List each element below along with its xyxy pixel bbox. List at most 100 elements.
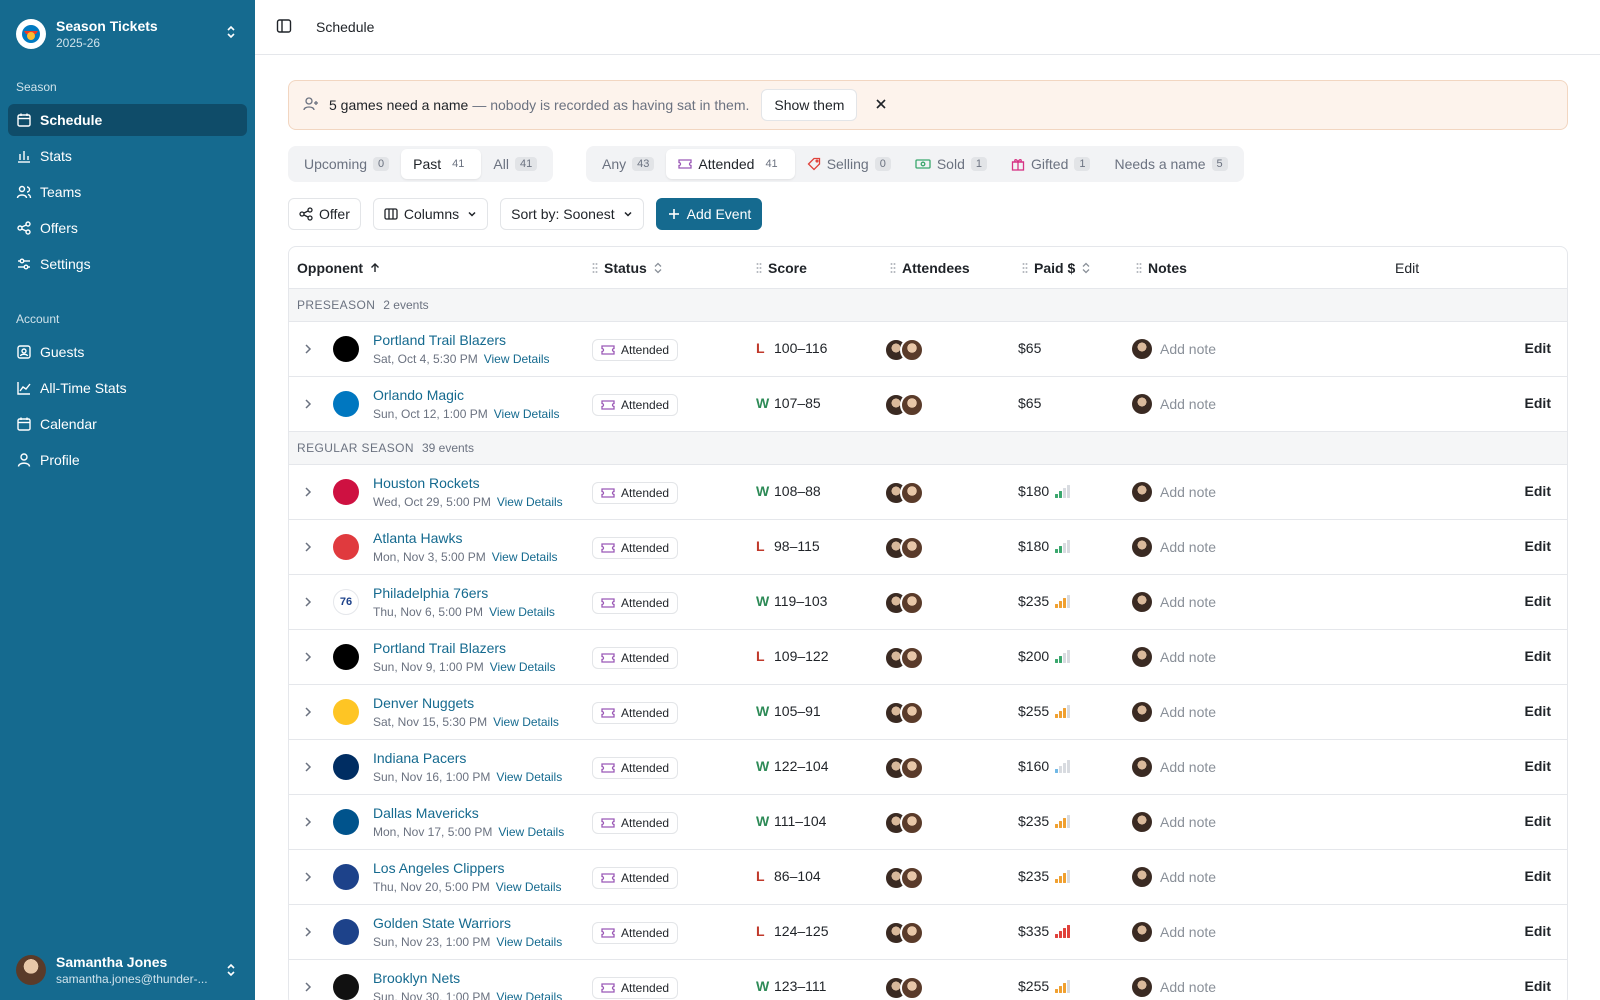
column-notes[interactable]: Notes — [1136, 247, 1187, 289]
sidebar-item-stats[interactable]: Stats — [8, 140, 247, 172]
tab-all[interactable]: All 41 — [481, 149, 549, 179]
edit-button[interactable]: Edit — [1525, 978, 1551, 994]
sidebar-item-all-time-stats[interactable]: All-Time Stats — [8, 372, 247, 404]
team-name-link[interactable]: Orlando Magic — [373, 385, 560, 405]
edit-button[interactable]: Edit — [1525, 483, 1551, 499]
tab-upcoming[interactable]: Upcoming 0 — [292, 149, 401, 179]
attendees-cell[interactable] — [884, 393, 924, 417]
team-name-link[interactable]: Denver Nuggets — [373, 693, 559, 713]
sidebar-toggle-icon[interactable] — [276, 18, 292, 37]
view-details-link[interactable]: View Details — [498, 825, 564, 839]
view-details-link[interactable]: View Details — [496, 880, 562, 894]
edit-button[interactable]: Edit — [1525, 593, 1551, 609]
chevron-right-icon[interactable] — [301, 980, 315, 997]
user-menu[interactable]: Samantha Jones samantha.jones@thunder-..… — [16, 952, 246, 988]
sidebar-item-profile[interactable]: Profile — [8, 444, 247, 476]
add-note-field[interactable]: Add note — [1132, 867, 1216, 887]
table-row[interactable]: Golden State Warriors Sun, Nov 23, 1:00 P… — [289, 905, 1567, 960]
column-paid[interactable]: Paid $ — [1022, 247, 1091, 289]
table-row[interactable]: Los Angeles Clippers Thu, Nov 20, 5:00 PM… — [289, 850, 1567, 905]
table-row[interactable]: Portland Trail Blazers Sun, Nov 9, 1:00 P… — [289, 630, 1567, 685]
add-note-field[interactable]: Add note — [1132, 537, 1216, 557]
team-name-link[interactable]: Portland Trail Blazers — [373, 638, 556, 658]
edit-button[interactable]: Edit — [1525, 395, 1551, 411]
add-note-field[interactable]: Add note — [1132, 592, 1216, 612]
chevron-right-icon[interactable] — [301, 397, 315, 414]
view-details-link[interactable]: View Details — [496, 935, 562, 949]
view-details-link[interactable]: View Details — [497, 495, 563, 509]
add-note-field[interactable]: Add note — [1132, 702, 1216, 722]
view-details-link[interactable]: View Details — [490, 660, 556, 674]
close-icon[interactable] — [875, 97, 887, 113]
offer-button[interactable]: Offer — [288, 198, 361, 230]
tab-any[interactable]: Any 43 — [590, 149, 666, 179]
view-details-link[interactable]: View Details — [484, 352, 550, 366]
show-them-button[interactable]: Show them — [761, 89, 858, 121]
table-row[interactable]: 76 Philadelphia 76ers Thu, Nov 6, 5:00 PM V… — [289, 575, 1567, 630]
tab-attended[interactable]: Attended 41 — [666, 149, 795, 179]
attendees-cell[interactable] — [884, 701, 924, 725]
chevron-right-icon[interactable] — [301, 342, 315, 359]
team-name-link[interactable]: Houston Rockets — [373, 473, 563, 493]
add-note-field[interactable]: Add note — [1132, 977, 1216, 997]
sidebar-item-settings[interactable]: Settings — [8, 248, 247, 280]
add-note-field[interactable]: Add note — [1132, 812, 1216, 832]
table-row[interactable]: Brooklyn Nets Sun, Nov 30, 1:00 PM View De… — [289, 960, 1567, 1000]
team-name-link[interactable]: Dallas Mavericks — [373, 803, 564, 823]
chevron-right-icon[interactable] — [301, 485, 315, 502]
sidebar-item-guests[interactable]: Guests — [8, 336, 247, 368]
attendees-cell[interactable] — [884, 338, 924, 362]
attendees-cell[interactable] — [884, 756, 924, 780]
table-row[interactable]: Indiana Pacers Sun, Nov 16, 1:00 PM View D… — [289, 740, 1567, 795]
sort-select[interactable]: Sort by: Soonest — [500, 198, 644, 230]
edit-button[interactable]: Edit — [1525, 538, 1551, 554]
edit-button[interactable]: Edit — [1525, 868, 1551, 884]
edit-button[interactable]: Edit — [1525, 703, 1551, 719]
sidebar-item-calendar[interactable]: Calendar — [8, 408, 247, 440]
attendees-cell[interactable] — [884, 811, 924, 835]
table-row[interactable]: Atlanta Hawks Mon, Nov 3, 5:00 PM View Det… — [289, 520, 1567, 575]
view-details-link[interactable]: View Details — [496, 770, 562, 784]
add-note-field[interactable]: Add note — [1132, 482, 1216, 502]
tab-needs-a-name[interactable]: Needs a name 5 — [1102, 149, 1239, 179]
chevron-right-icon[interactable] — [301, 870, 315, 887]
columns-button[interactable]: Columns — [372, 198, 489, 230]
attendees-cell[interactable] — [884, 536, 924, 560]
edit-button[interactable]: Edit — [1525, 340, 1551, 356]
chevron-right-icon[interactable] — [301, 705, 315, 722]
view-details-link[interactable]: View Details — [496, 990, 562, 1000]
chevron-right-icon[interactable] — [301, 650, 315, 667]
tab-gifted[interactable]: Gifted 1 — [999, 149, 1102, 179]
sidebar-item-offers[interactable]: Offers — [8, 212, 247, 244]
attendees-cell[interactable] — [884, 646, 924, 670]
table-row[interactable]: Denver Nuggets Sat, Nov 15, 5:30 PM View D… — [289, 685, 1567, 740]
team-name-link[interactable]: Portland Trail Blazers — [373, 330, 550, 350]
tab-sold[interactable]: Sold 1 — [903, 149, 999, 179]
attendees-cell[interactable] — [884, 921, 924, 945]
table-row[interactable]: Portland Trail Blazers Sat, Oct 4, 5:30 P… — [289, 322, 1567, 377]
team-name-link[interactable]: Golden State Warriors — [373, 913, 562, 933]
team-switcher[interactable]: Season Tickets 2025-26 — [16, 14, 246, 54]
chevron-right-icon[interactable] — [301, 540, 315, 557]
column-attendees[interactable]: Attendees — [890, 247, 970, 289]
column-score[interactable]: Score — [756, 247, 807, 289]
chevron-right-icon[interactable] — [301, 925, 315, 942]
add-note-field[interactable]: Add note — [1132, 757, 1216, 777]
table-row[interactable]: Orlando Magic Sun, Oct 12, 1:00 PM View De… — [289, 377, 1567, 432]
team-name-link[interactable]: Atlanta Hawks — [373, 528, 558, 548]
attendees-cell[interactable] — [884, 591, 924, 615]
view-details-link[interactable]: View Details — [492, 550, 558, 564]
column-opponent[interactable]: Opponent — [297, 247, 381, 289]
chevron-right-icon[interactable] — [301, 760, 315, 777]
tab-selling[interactable]: Selling 0 — [795, 149, 903, 179]
add-note-field[interactable]: Add note — [1132, 394, 1216, 414]
add-note-field[interactable]: Add note — [1132, 922, 1216, 942]
view-details-link[interactable]: View Details — [489, 605, 555, 619]
sidebar-item-teams[interactable]: Teams — [8, 176, 247, 208]
add-note-field[interactable]: Add note — [1132, 647, 1216, 667]
attendees-cell[interactable] — [884, 976, 924, 1000]
tab-past[interactable]: Past 41 — [401, 149, 482, 179]
edit-button[interactable]: Edit — [1525, 923, 1551, 939]
team-name-link[interactable]: Brooklyn Nets — [373, 968, 562, 988]
column-status[interactable]: Status — [592, 247, 663, 289]
